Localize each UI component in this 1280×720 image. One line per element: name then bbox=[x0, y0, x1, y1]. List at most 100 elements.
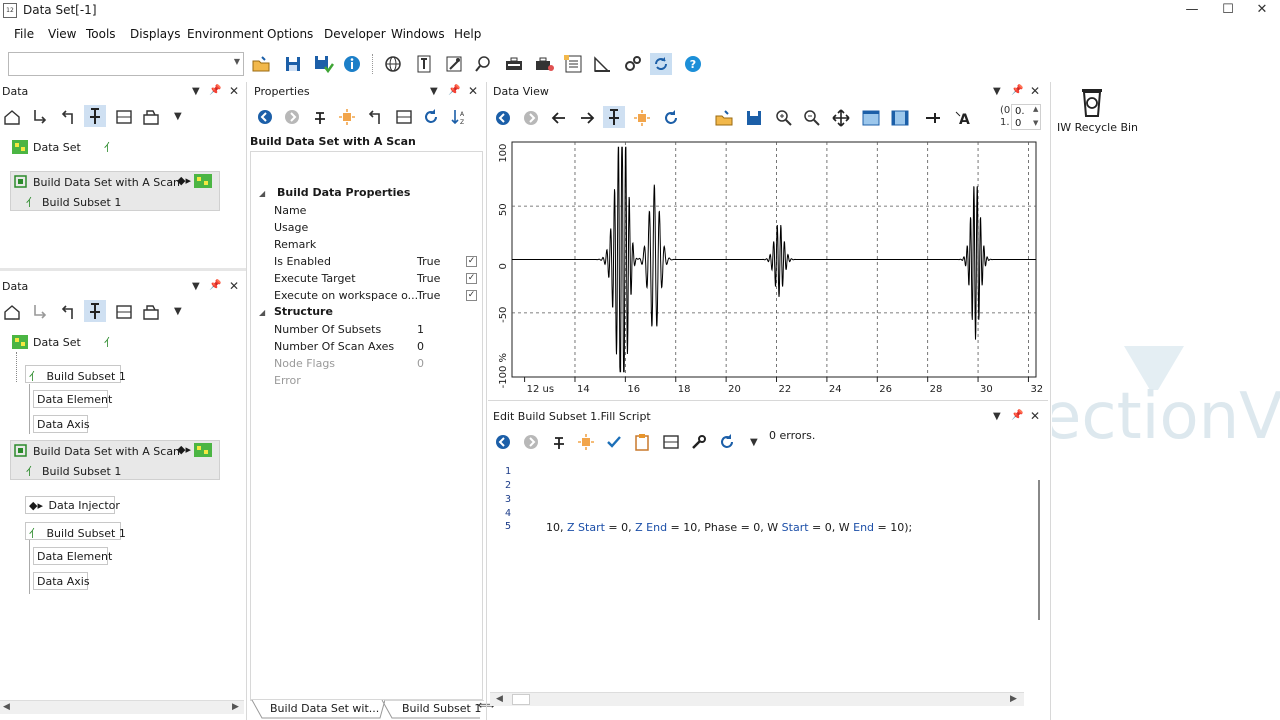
tree-node-data-element-2[interactable]: Data Element bbox=[33, 547, 112, 565]
recycle-bin-label[interactable]: IW Recycle Bin bbox=[1057, 121, 1138, 134]
nav-back-icon[interactable] bbox=[493, 432, 513, 452]
pin-toggle-icon[interactable] bbox=[84, 105, 106, 127]
document-icon[interactable] bbox=[562, 53, 584, 75]
menu-displays[interactable]: Displays bbox=[130, 27, 180, 41]
execute-target-checkbox[interactable]: ✓ bbox=[466, 273, 477, 284]
pin-icon[interactable]: 📌 bbox=[209, 280, 221, 291]
package-icon[interactable] bbox=[141, 107, 161, 127]
pin-toggle-icon[interactable] bbox=[603, 106, 625, 128]
sort-icon[interactable]: AZ bbox=[449, 107, 469, 127]
nav-forward-icon[interactable] bbox=[521, 108, 541, 128]
main-combo-box[interactable]: ▼ bbox=[8, 52, 244, 76]
horizontal-scrollbar[interactable]: ◀ ▶ bbox=[0, 700, 244, 714]
minimize-button[interactable]: — bbox=[1174, 0, 1210, 22]
maximize-button[interactable]: ☐ bbox=[1210, 0, 1246, 22]
recycle-bin-icon[interactable] bbox=[1079, 86, 1105, 118]
spin-up-icon[interactable]: ▲ bbox=[1033, 105, 1038, 113]
menu-help[interactable]: Help bbox=[454, 27, 481, 41]
check-syntax-icon[interactable] bbox=[604, 432, 624, 452]
refresh-icon[interactable] bbox=[661, 108, 681, 128]
back-arrow-icon[interactable] bbox=[58, 302, 78, 322]
package-icon[interactable] bbox=[141, 302, 161, 322]
prop-row-number-of-scan-axes[interactable]: Number Of Scan Axes 0 bbox=[274, 338, 479, 355]
more-dropdown-icon[interactable]: ▼ bbox=[174, 306, 182, 317]
is-enabled-checkbox[interactable]: ✓ bbox=[466, 256, 477, 267]
help-icon[interactable]: ? bbox=[682, 53, 704, 75]
globe-icon[interactable] bbox=[382, 53, 404, 75]
panel-dropdown-icon[interactable]: ▼ bbox=[430, 86, 438, 97]
menu-options[interactable]: Options bbox=[267, 27, 313, 41]
menu-developer[interactable]: Developer bbox=[324, 27, 386, 41]
layout-icon[interactable] bbox=[394, 107, 414, 127]
tree-node-data-set[interactable]: Data Set ⺅ bbox=[12, 139, 122, 157]
menu-environment[interactable]: Environment bbox=[187, 27, 264, 41]
menu-file[interactable]: File bbox=[14, 27, 34, 41]
close-button[interactable]: ✕ bbox=[1244, 0, 1280, 22]
gears-icon[interactable] bbox=[622, 53, 644, 75]
arrow-left-icon[interactable] bbox=[549, 108, 569, 128]
pin-tool-icon[interactable] bbox=[549, 432, 569, 452]
scroll-right-icon[interactable]: ▶ bbox=[232, 702, 239, 712]
panel-dropdown-icon[interactable]: ▼ bbox=[993, 86, 1001, 97]
more-dropdown-icon[interactable]: ▼ bbox=[174, 111, 182, 122]
prop-row-is-enabled[interactable]: Is Enabled True ✓ bbox=[274, 253, 479, 270]
tools-icon[interactable] bbox=[443, 53, 465, 75]
zoom-in-icon[interactable] bbox=[774, 108, 794, 128]
refresh-icon[interactable] bbox=[421, 107, 441, 127]
tree-node-build-subset-a[interactable]: ⺅ Build Subset 1 bbox=[25, 365, 126, 383]
save-icon[interactable] bbox=[744, 108, 764, 128]
a-scan-chart[interactable]: 12 us 14 16 18 20 22 24 26 28 30 32 100 50 0 -50 -100 % bbox=[490, 134, 1046, 394]
refresh-toggle-icon[interactable] bbox=[650, 53, 672, 75]
ruler-triangle-icon[interactable] bbox=[591, 53, 613, 75]
back-arrow-icon[interactable] bbox=[58, 107, 78, 127]
highlight-icon[interactable] bbox=[576, 432, 596, 452]
text-annotation-icon[interactable]: A bbox=[954, 108, 974, 128]
refresh-icon[interactable] bbox=[717, 432, 737, 452]
back-arrow-icon[interactable] bbox=[365, 107, 385, 127]
scroll-left-icon[interactable]: ◀ bbox=[3, 702, 10, 712]
nav-back-icon[interactable] bbox=[255, 107, 275, 127]
home-icon[interactable] bbox=[2, 302, 22, 322]
layout-icon[interactable] bbox=[661, 432, 681, 452]
info-icon[interactable] bbox=[341, 53, 363, 75]
step-into-icon[interactable] bbox=[30, 302, 50, 322]
open-folder-icon[interactable] bbox=[250, 53, 272, 75]
editor-vertical-scrollbar[interactable] bbox=[1038, 480, 1040, 620]
save-all-icon[interactable] bbox=[312, 53, 334, 75]
prop-row-execute-workspace[interactable]: Execute on workspace o... True ✓ bbox=[274, 287, 479, 304]
pin-toggle-icon[interactable] bbox=[84, 300, 106, 322]
tree-node-build-data-set[interactable]: Build Data Set with A Scan ◆▸ bbox=[14, 174, 218, 191]
wrench-icon[interactable] bbox=[689, 432, 709, 452]
arrow-right-icon[interactable] bbox=[577, 108, 597, 128]
pin-icon[interactable]: 📌 bbox=[1011, 85, 1023, 96]
pin-tool-icon[interactable] bbox=[310, 107, 330, 127]
panel-dropdown-icon[interactable]: ▼ bbox=[192, 86, 200, 97]
nav-forward-icon[interactable] bbox=[282, 107, 302, 127]
panel-dropdown-icon[interactable]: ▼ bbox=[993, 411, 1001, 422]
prop-row-usage[interactable]: Usage bbox=[274, 219, 479, 236]
toolbox-settings-icon[interactable] bbox=[534, 53, 556, 75]
tree-node-data-injector[interactable]: ◆▸ Data Injector bbox=[25, 496, 120, 514]
prop-row-number-of-subsets[interactable]: Number Of Subsets 1 bbox=[274, 321, 479, 338]
tree-node-build-subset-c[interactable]: ⺅ Build Subset 1 bbox=[25, 522, 126, 540]
menu-windows[interactable]: Windows bbox=[391, 27, 445, 41]
prop-row-remark[interactable]: Remark bbox=[274, 236, 479, 253]
horizontal-fit-icon[interactable] bbox=[861, 108, 881, 128]
zoom-spinner[interactable]: 0. 0 ▲ ▼ bbox=[1011, 104, 1041, 130]
panel-close-icon[interactable]: ✕ bbox=[1030, 409, 1040, 423]
tab-build-subset[interactable]: Build Subset 1 bbox=[402, 702, 481, 715]
tree-node-data-axis[interactable]: Data Axis bbox=[33, 415, 90, 433]
tree-node-data-set-2[interactable]: Data Set ⺅ bbox=[12, 334, 122, 352]
script-icon[interactable] bbox=[413, 53, 435, 75]
layout-icon[interactable] bbox=[114, 302, 134, 322]
panel-close-icon[interactable]: ✕ bbox=[229, 84, 239, 98]
panel-splitter[interactable] bbox=[0, 268, 246, 271]
vertical-fit-icon[interactable] bbox=[890, 108, 910, 128]
execute-workspace-checkbox[interactable]: ✓ bbox=[466, 290, 477, 301]
collapse-icon[interactable]: ◢ bbox=[259, 308, 265, 317]
panel-dropdown-icon[interactable]: ▼ bbox=[192, 281, 200, 292]
spin-down-icon[interactable]: ▼ bbox=[1033, 119, 1038, 127]
pin-icon[interactable]: 📌 bbox=[448, 85, 460, 96]
layout-icon[interactable] bbox=[114, 107, 134, 127]
open-folder-icon[interactable] bbox=[714, 108, 734, 128]
